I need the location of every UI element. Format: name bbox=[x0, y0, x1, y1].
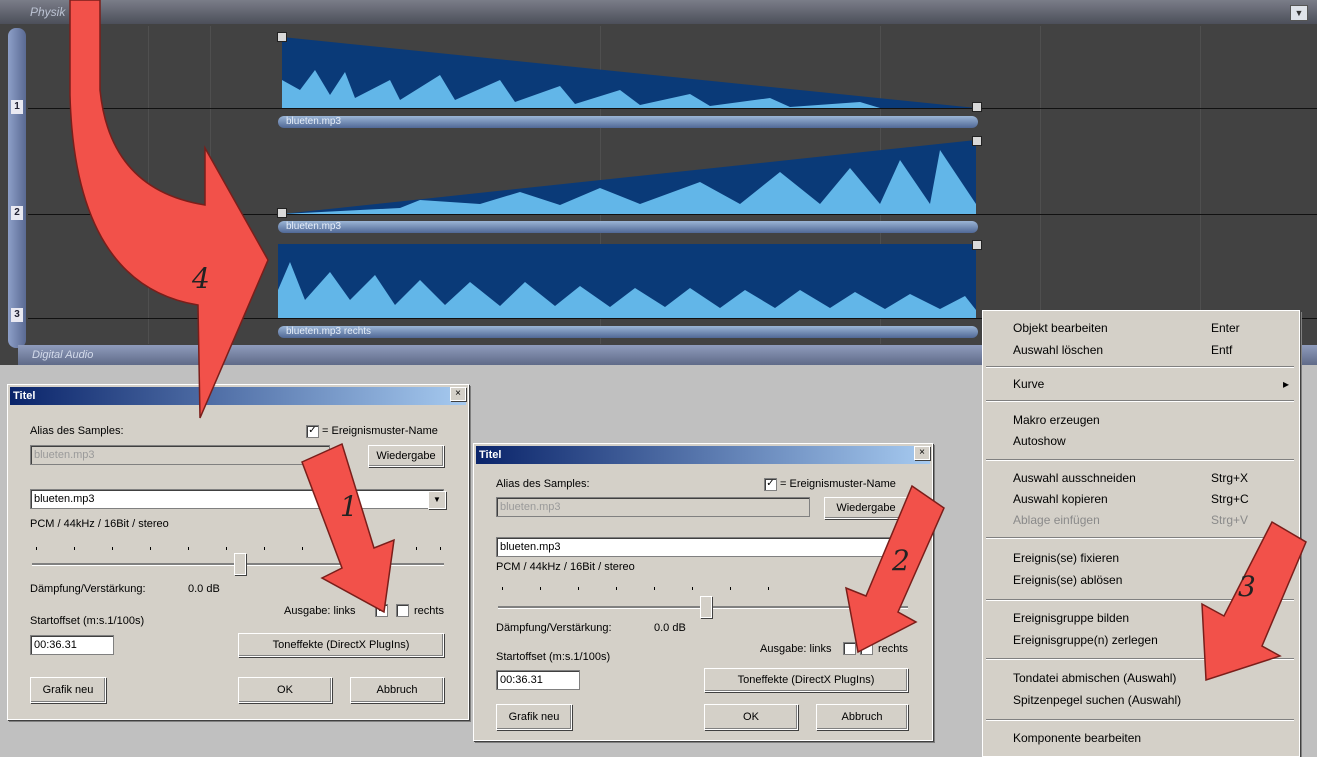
annotation-number-4: 4 bbox=[192, 262, 210, 295]
annotation-number-3: 3 bbox=[1238, 570, 1256, 603]
annotation-overlay bbox=[69, 0, 1307, 682]
arrow-1-icon bbox=[301, 442, 395, 614]
annotation-number-1: 1 bbox=[340, 490, 358, 523]
arrow-4-icon bbox=[69, 0, 269, 419]
annotation-number-2: 2 bbox=[892, 544, 910, 577]
